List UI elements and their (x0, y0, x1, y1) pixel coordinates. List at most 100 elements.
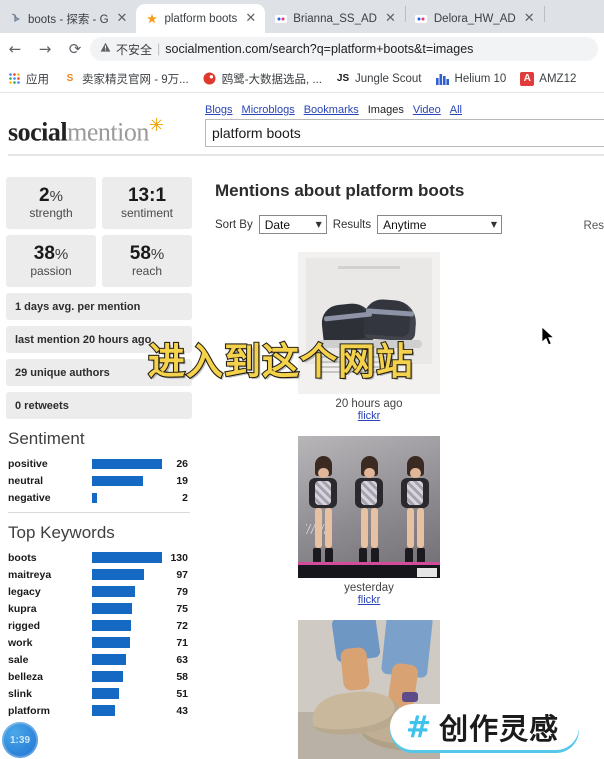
jungle-scout-icon: JS (336, 73, 350, 84)
nav-video[interactable]: Video (413, 104, 441, 116)
metrics-row-2: 38% passion 58% reach (6, 235, 192, 287)
chart-bar-row: rigged 72 (6, 617, 192, 634)
avatars-photo (298, 436, 440, 578)
amz123-icon: A (520, 71, 535, 86)
reload-button[interactable]: ⟳ (60, 34, 90, 64)
chart-bar-value: 19 (176, 474, 188, 487)
bookmark-oulu[interactable]: 鸥鹭-大数据选品, ... (196, 68, 329, 90)
browser-tab-0-title: boots - 探索 - G (28, 13, 109, 26)
fact-avg-per-mention: 1 days avg. per mention (6, 293, 192, 320)
chart-bar-label: maitreya (8, 568, 52, 581)
metric-strength-value: 2 (39, 184, 50, 206)
site-logo[interactable]: socialmention✳ (8, 115, 164, 148)
browser-tab-1-close-icon[interactable]: ✕ (243, 12, 258, 25)
chart-bar-fill (92, 586, 135, 597)
chart-bar-fill (92, 688, 119, 699)
bookmark-amz123[interactable]: A AMZ12 (513, 68, 583, 90)
chart-bar-label: neutral (8, 474, 44, 487)
nav-bookmarks[interactable]: Bookmarks (304, 104, 359, 116)
sentiment-heading: Sentiment (8, 429, 85, 448)
result-source-link[interactable]: flickr (358, 594, 381, 606)
address-bar[interactable]: 不安全 | socialmention.com/search?q=platfor… (90, 37, 598, 61)
star-icon (145, 12, 158, 25)
site-nav: Blogs Microblogs Bookmarks Images Video All (205, 104, 471, 116)
bookmark-jungle-scout-label: Jungle Scout (355, 72, 422, 85)
site-logo-bold: social (8, 117, 68, 147)
image-result-item[interactable]: yesterday flickr (259, 436, 479, 606)
nav-images[interactable]: Images (368, 104, 404, 116)
chart-bar-fill (92, 569, 144, 580)
bookmark-helium10[interactable]: Helium 10 (429, 68, 514, 90)
chart-bar-value: 63 (176, 653, 188, 666)
metric-sentiment-label: sentiment (120, 206, 174, 221)
bookmark-oulu-label: 鸥鹭-大数据选品, ... (221, 73, 323, 86)
chart-bar-track (92, 583, 164, 600)
star-icon: ✳ (148, 115, 164, 135)
page-content: socialmention✳ Blogs Microblogs Bookmarks I… (0, 93, 604, 759)
nav-microblogs[interactable]: Microblogs (242, 104, 295, 116)
chart-bar-value: 97 (176, 568, 188, 581)
chart-bar-fill (92, 654, 126, 665)
browser-tab-3-close-icon[interactable]: ✕ (522, 12, 537, 25)
chart-bar-value: 130 (170, 551, 188, 564)
back-button[interactable]: ← (0, 34, 30, 64)
nav-all[interactable]: All (450, 104, 462, 116)
chart-bar-row: platform 43 (6, 702, 192, 719)
bookmarks-bar: 应用 S 卖家精灵官网 - 9万... 鸥鹭-大数据选品, ... JS Jun… (0, 65, 604, 93)
chart-bar-label: positive (8, 457, 48, 470)
chart-bar-value: 26 (176, 457, 188, 470)
chart-bar-track (92, 455, 164, 472)
site-header: socialmention✳ Blogs Microblogs Bookmarks I… (0, 93, 604, 156)
chart-bar-track (92, 617, 164, 634)
results-range-value: Anytime (383, 217, 427, 232)
metric-passion-value: 38 (33, 242, 55, 264)
bookmark-amz123-label: AMZ12 (539, 72, 577, 85)
metric-strength-unit: % (49, 187, 63, 205)
chart-bar-row: belleza 58 (6, 668, 192, 685)
browser-tab-2-close-icon[interactable]: ✕ (383, 12, 398, 25)
browser-tab-0[interactable]: boots - 探索 - G ✕ (0, 4, 136, 33)
bookmark-sellersprite[interactable]: S 卖家精灵官网 - 9万... (56, 68, 196, 90)
image-result-item[interactable]: 20 hours ago flickr (259, 252, 479, 422)
metric-passion-label: passion (30, 264, 72, 279)
sort-by-value: Date (264, 217, 291, 232)
results-label: Results (332, 218, 372, 231)
chart-bar-track (92, 566, 164, 583)
chart-bar-track (92, 489, 164, 506)
hashtag-label: 创作灵感 (439, 712, 560, 746)
hash-symbol-icon: # (406, 709, 432, 745)
chart-bar-track (92, 472, 164, 489)
sort-by-select[interactable]: Date ▼ (258, 215, 327, 234)
mouse-cursor (541, 326, 557, 348)
sellersprite-icon: S (66, 73, 74, 84)
nav-blogs[interactable]: Blogs (205, 104, 233, 116)
dots-icon (274, 12, 287, 25)
chart-bar-value: 43 (176, 704, 188, 717)
helium10-icon (436, 72, 450, 86)
chart-bar-track (92, 685, 164, 702)
browser-tab-1[interactable]: platform boots ✕ (136, 4, 266, 33)
result-source-link[interactable]: flickr (358, 410, 381, 422)
chart-bar-fill (92, 458, 162, 469)
chart-bar-fill (92, 475, 143, 486)
browser-tab-3[interactable]: Delora_HW_AD ✕ (406, 4, 544, 33)
metric-strength: 2% strength (6, 177, 96, 229)
bookmark-helium10-label: Helium 10 (454, 72, 507, 85)
search-input[interactable]: platform boots (205, 119, 604, 147)
chart-bar-track (92, 702, 164, 719)
chart-bar-value: 51 (176, 687, 188, 700)
bookmark-jungle-scout[interactable]: JS Jungle Scout (329, 68, 429, 90)
bookmark-apps[interactable]: 应用 (0, 68, 56, 90)
chart-bar-fill (92, 671, 123, 682)
chart-bar-track (92, 651, 164, 668)
chart-bar-row: sale 63 (6, 651, 192, 668)
forward-button[interactable]: → (30, 34, 60, 64)
browser-tab-0-close-icon[interactable]: ✕ (115, 12, 130, 25)
results-range-select[interactable]: Anytime ▼ (377, 215, 503, 234)
browser-tab-2[interactable]: Brianna_SS_AD ✕ (265, 4, 405, 33)
dots-icon (415, 12, 428, 25)
result-thumbnail[interactable] (298, 436, 440, 578)
result-timestamp: 20 hours ago (335, 398, 403, 410)
bookmark-apps-label: 应用 (26, 73, 49, 86)
chart-bar-label: kupra (8, 602, 37, 615)
